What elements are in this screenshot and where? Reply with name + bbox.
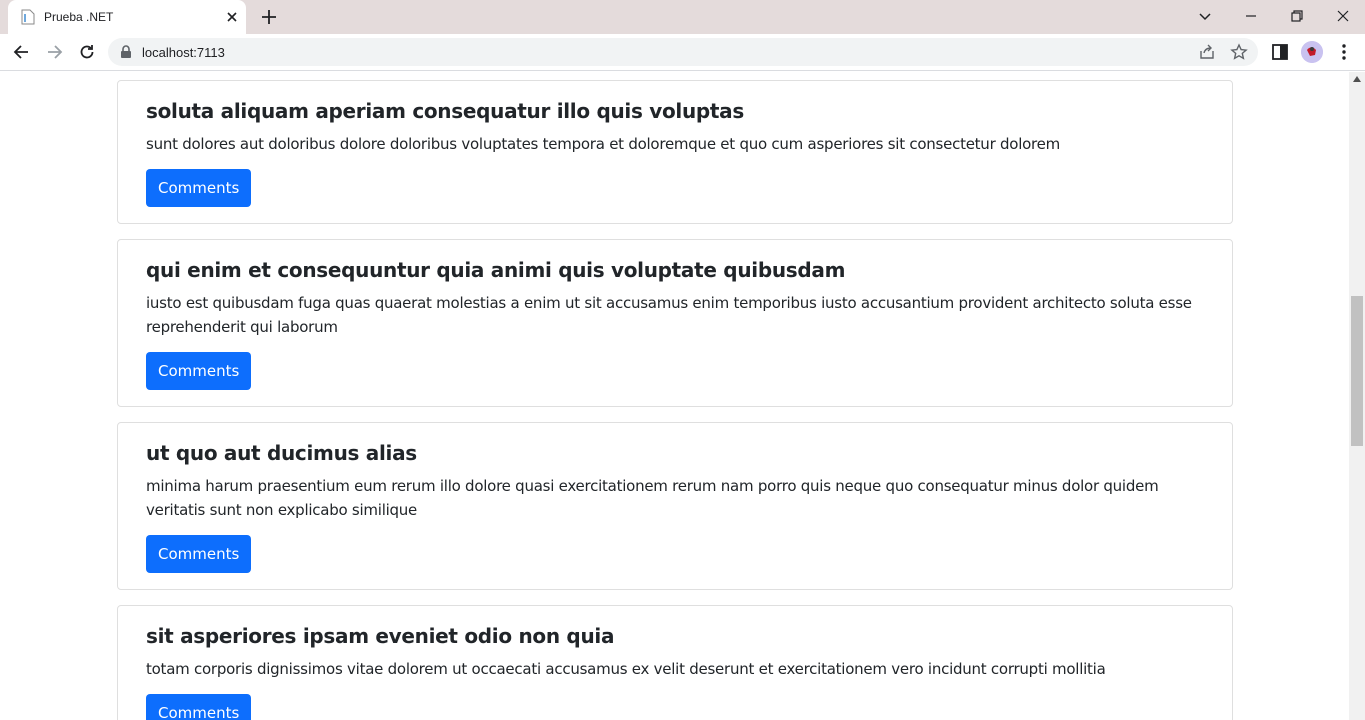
scroll-up-arrow-icon[interactable] [1353,76,1361,82]
menu-icon[interactable] [1334,42,1354,62]
forward-icon[interactable] [44,42,64,62]
post-body: totam corporis dignissimos vitae dolorem… [146,660,1106,678]
comments-button[interactable]: Comments [146,535,252,573]
post-title: sit asperiores ipsam eveniet odio non qu… [146,624,615,648]
page-content: soluta aliquam aperiam consequatur illo … [0,72,1349,720]
vertical-scrollbar[interactable] [1349,72,1365,720]
comments-button[interactable]: Comments [146,352,252,390]
tab-search-icon[interactable] [1196,7,1214,25]
back-icon[interactable] [12,42,32,62]
address-bar[interactable]: localhost:7113 [108,38,1258,66]
post-title: soluta aliquam aperiam consequatur illo … [146,99,744,123]
post-card: ut quo aut ducimus alias minima harum pr… [117,422,1233,590]
profile-picture-icon [1301,41,1323,63]
post-title: qui enim et consequuntur quia animi quis… [146,258,846,282]
tab-strip: Prueba .NET [0,0,1365,34]
post-card: sit asperiores ipsam eveniet odio non qu… [117,605,1233,720]
close-tab-icon[interactable] [224,9,240,25]
url-text: localhost:7113 [142,45,225,60]
lock-icon[interactable] [118,44,134,60]
post-card: soluta aliquam aperiam consequatur illo … [117,80,1233,224]
post-title: ut quo aut ducimus alias [146,441,417,465]
side-panel-icon[interactable] [1270,42,1290,62]
comments-button[interactable]: Comments [146,169,252,207]
star-icon[interactable] [1230,43,1248,61]
browser-tab[interactable]: Prueba .NET [8,0,246,34]
minimize-icon[interactable] [1242,7,1260,25]
share-icon[interactable] [1198,43,1216,61]
post-body: sunt dolores aut doloribus dolore dolori… [146,135,1060,153]
post-card: qui enim et consequuntur quia animi quis… [117,239,1233,407]
scrollbar-thumb[interactable] [1351,296,1363,446]
restore-icon[interactable] [1288,7,1306,25]
post-body: minima harum praesentium eum rerum illo … [146,477,1159,519]
reload-icon[interactable] [77,42,97,62]
new-tab-icon[interactable] [260,8,278,26]
profile-avatar[interactable] [1301,41,1323,63]
tab-title: Prueba .NET [44,10,114,24]
document-icon [21,9,35,25]
comments-button[interactable]: Comments [146,694,252,720]
close-window-icon[interactable] [1334,7,1352,25]
post-body: iusto est quibusdam fuga quas quaerat mo… [146,294,1192,336]
browser-toolbar: localhost:7113 [0,34,1365,71]
